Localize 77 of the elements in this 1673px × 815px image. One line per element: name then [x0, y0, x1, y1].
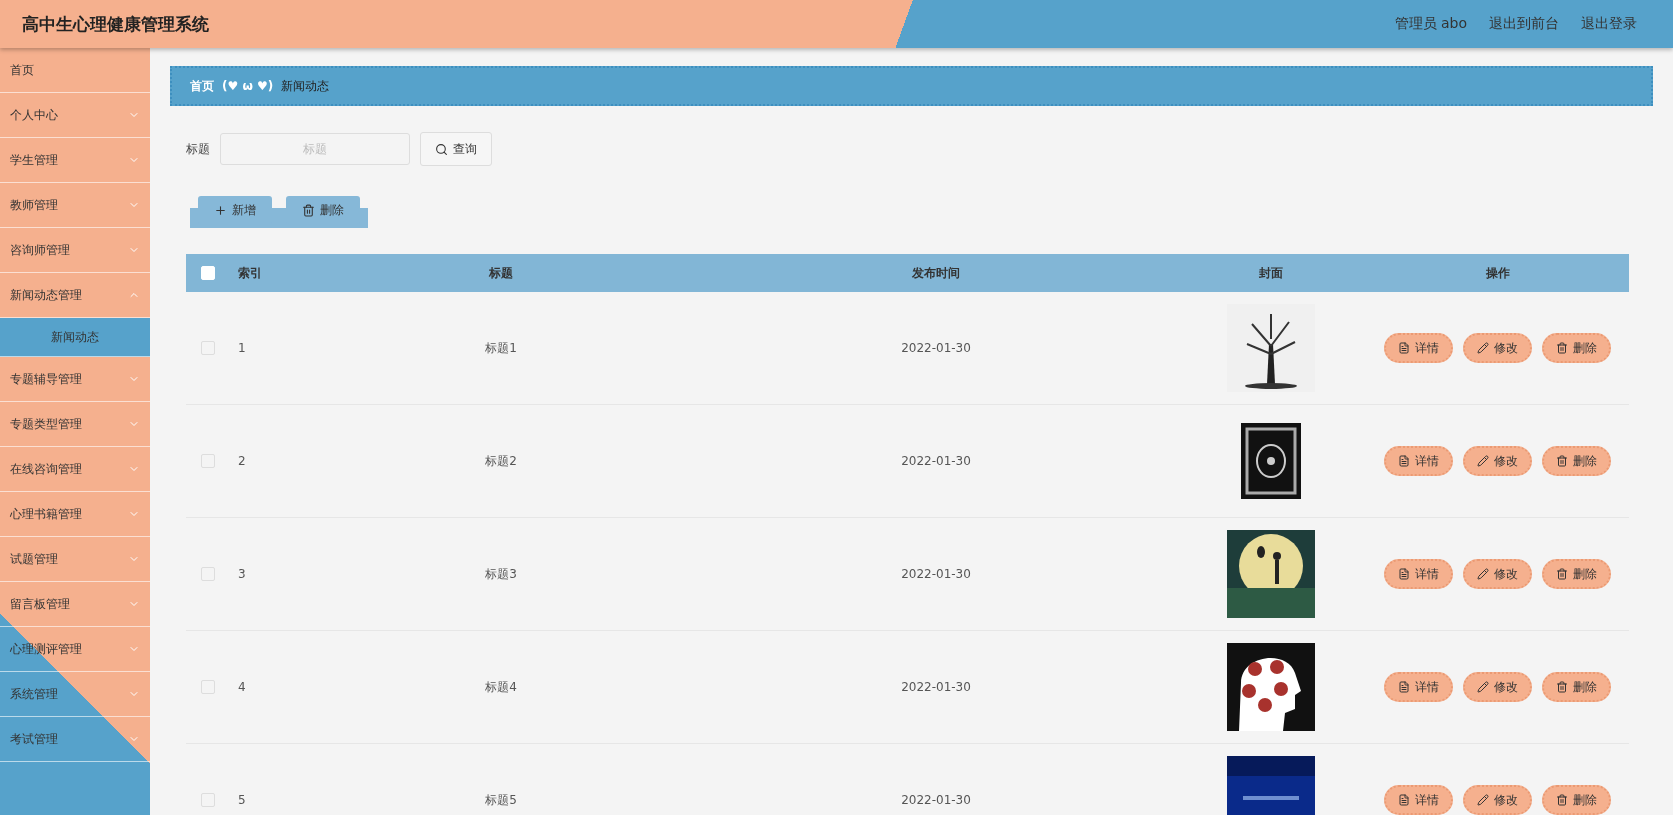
table-cell-text: 1	[237, 341, 247, 355]
plus-icon	[214, 203, 227, 217]
trash-icon	[1556, 794, 1568, 806]
edit-button[interactable]: 修改	[1463, 785, 1532, 815]
details-button[interactable]: 详情	[1384, 333, 1453, 363]
table-cell-text: 标题4	[484, 678, 518, 696]
table-cell-text: 标题1	[484, 339, 518, 357]
sidebar-item[interactable]: 心理书籍管理	[0, 492, 150, 537]
table-cell-text: 4	[237, 680, 247, 694]
table-cell-text: 2022-01-30	[900, 454, 972, 468]
table-cell-text: 2022-01-30	[900, 793, 972, 807]
pencil-icon	[1477, 455, 1489, 467]
sidebar-subitem[interactable]: 新闻动态	[0, 318, 150, 357]
table-cell-text: 标题2	[484, 452, 518, 470]
sidebar-item[interactable]: 专题类型管理	[0, 402, 150, 447]
edit-button[interactable]: 修改	[1463, 446, 1532, 476]
table-cell-text: 2022-01-30	[900, 341, 972, 355]
delete-button[interactable]: 删除	[1542, 559, 1611, 589]
sidebar-item[interactable]: 咨询师管理	[0, 228, 150, 273]
table-cell-text: 5	[237, 793, 247, 807]
table-cell-text: 3	[237, 567, 247, 581]
sidebar-item[interactable]: 专题辅导管理	[0, 357, 150, 402]
pencil-icon	[1477, 794, 1489, 806]
header-link[interactable]: 管理员 abo	[1394, 15, 1467, 33]
trash-icon	[1556, 568, 1568, 580]
edit-button[interactable]: 修改	[1463, 559, 1532, 589]
table-cell-text: 标题5	[484, 791, 518, 809]
header-link[interactable]: 退出登录	[1581, 15, 1637, 33]
document-icon	[1398, 568, 1410, 580]
sidebar-item[interactable]: 考试管理	[0, 717, 150, 762]
query-button[interactable]: 查询	[420, 132, 492, 166]
sidebar-item[interactable]: 留言板管理	[0, 582, 150, 627]
column-header: 操作	[1484, 264, 1511, 282]
pencil-icon	[1477, 342, 1489, 354]
header-link[interactable]: 退出到前台	[1489, 15, 1559, 33]
sidebar-item[interactable]: 个人中心	[0, 93, 150, 138]
details-button[interactable]: 详情	[1384, 446, 1453, 476]
sidebar-item[interactable]: 首页	[0, 48, 150, 93]
column-header: 索引	[237, 264, 263, 282]
trash-icon	[1556, 342, 1568, 354]
document-icon	[1398, 794, 1410, 806]
column-header: 封面	[1258, 264, 1284, 282]
table-cell-text: 2	[237, 454, 247, 468]
document-icon	[1398, 455, 1410, 467]
app-title: 高中生心理健康管理系统	[22, 12, 209, 36]
table-cell-text: 2022-01-30	[900, 680, 972, 694]
table-cell-text: 2022-01-30	[900, 567, 972, 581]
select-all-checkbox[interactable]	[201, 266, 215, 280]
delete-button[interactable]: 删除	[1542, 333, 1611, 363]
delete-button[interactable]: 删除	[1542, 446, 1611, 476]
column-header: 发布时间	[911, 264, 961, 282]
table-cell-text: 标题3	[484, 565, 518, 583]
search-icon	[435, 142, 448, 156]
trash-icon	[1556, 681, 1568, 693]
breadcrumb-separator: (♥ ω ♥)	[222, 79, 274, 93]
sidebar-item[interactable]: 在线咨询管理	[0, 447, 150, 492]
delete-button[interactable]: 删除	[1542, 785, 1611, 815]
pencil-icon	[1477, 568, 1489, 580]
sidebar-item[interactable]: 学生管理	[0, 138, 150, 183]
delete-button[interactable]: 删除	[1542, 672, 1611, 702]
edit-button[interactable]: 修改	[1463, 333, 1532, 363]
column-header: 标题	[488, 264, 514, 282]
sidebar-item[interactable]: 心理测评管理	[0, 627, 150, 672]
document-icon	[1398, 681, 1410, 693]
sidebar-item[interactable]: 试题管理	[0, 537, 150, 582]
details-button[interactable]: 详情	[1384, 785, 1453, 815]
trash-icon	[302, 203, 315, 217]
sidebar-item[interactable]: 系统管理	[0, 672, 150, 717]
sidebar-item[interactable]: 教师管理	[0, 183, 150, 228]
trash-icon	[1556, 455, 1568, 467]
details-button[interactable]: 详情	[1384, 672, 1453, 702]
field-label: 标题	[186, 140, 210, 158]
document-icon	[1398, 342, 1410, 354]
details-button[interactable]: 详情	[1384, 559, 1453, 589]
edit-button[interactable]: 修改	[1463, 672, 1532, 702]
breadcrumb-item: 新闻动态	[281, 77, 330, 95]
pencil-icon	[1477, 681, 1489, 693]
